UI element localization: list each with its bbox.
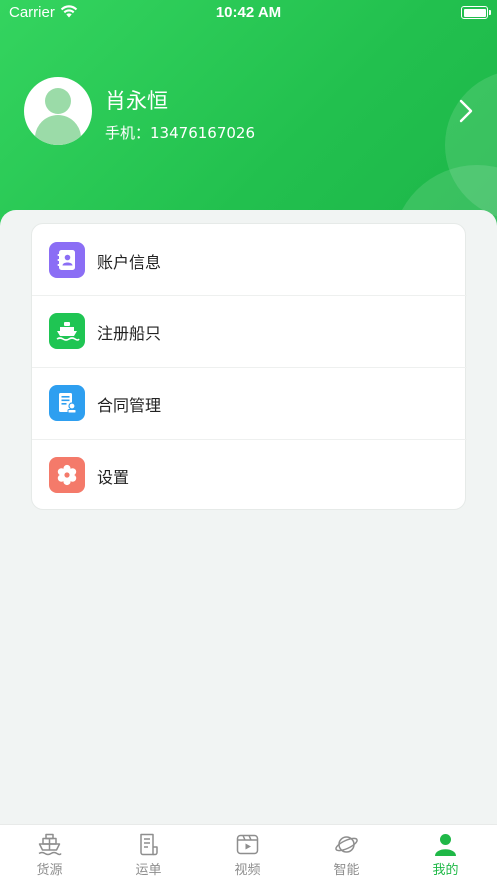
user-icon [435,834,456,856]
content-sheet: 账户信息 注册船只 合同管理 设置 [0,210,497,824]
tab-bar: 货源 运单 视频 智能 我的 [0,824,497,883]
menu-card: 账户信息 注册船只 合同管理 设置 [31,223,467,511]
tab-label: 运单 [135,863,162,878]
menu-item-label: 账户信息 [97,253,162,272]
status-bar: Carrier 10:42 AM [0,0,497,26]
tab-smart[interactable]: 智能 [297,825,396,883]
phone-number: 13476167026 [150,124,255,142]
tab-video[interactable]: 视频 [198,825,297,883]
phone-label: 手机： [105,124,151,142]
video-icon [236,834,259,855]
waybill-icon [140,833,158,856]
battery-icon [461,6,491,19]
clock: 10:42 AM [215,4,282,21]
cargo-ship-icon [38,833,62,856]
menu-item-settings[interactable]: 设置 [32,439,467,511]
tab-label: 智能 [333,863,360,878]
menu-item-contract-management[interactable]: 合同管理 [32,367,467,439]
tab-mine[interactable]: 我的 [396,825,495,883]
menu-item-label: 设置 [97,468,130,487]
phone-row: 手机：13476167026 [105,122,255,143]
user-name: 肖永恒 [105,89,168,113]
chevron-right-icon[interactable] [456,98,476,124]
contact-book-icon [49,242,85,278]
tab-waybill[interactable]: 运单 [99,825,198,883]
tab-label: 货源 [36,863,63,878]
ship-icon [49,313,85,349]
menu-item-account-info[interactable]: 账户信息 [32,224,467,296]
planet-icon [335,836,358,853]
contract-icon [49,385,85,421]
tab-label: 我的 [432,863,459,878]
menu-item-register-ship[interactable]: 注册船只 [32,295,467,367]
menu-item-label: 注册船只 [97,324,162,343]
tab-label: 视频 [234,863,261,878]
profile-row[interactable]: 肖永恒 手机：13476167026 [0,70,497,150]
avatar[interactable] [24,77,92,145]
menu-item-label: 合同管理 [97,396,162,415]
tab-cargo[interactable]: 货源 [0,825,99,883]
profile-header: Carrier 10:42 AM 肖永恒 手机：13476167026 [0,0,497,240]
gear-icon [49,457,85,493]
